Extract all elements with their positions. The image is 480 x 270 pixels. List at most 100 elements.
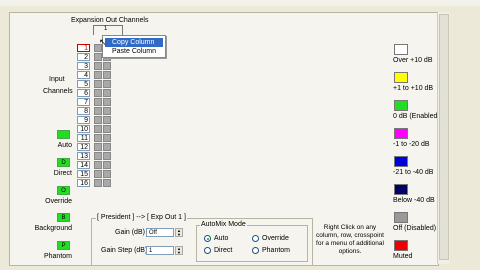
side-toggle-auto[interactable] — [57, 130, 70, 139]
input-channel-row-7[interactable]: 7 — [77, 98, 90, 106]
legend-label: Below -40 dB — [393, 197, 435, 204]
crosspoint-cell[interactable] — [94, 89, 102, 97]
legend-swatch — [394, 212, 408, 223]
crosspoint-cell[interactable] — [94, 170, 102, 178]
crosspoint-cell[interactable] — [103, 98, 111, 106]
crosspoint-cell[interactable] — [94, 80, 102, 88]
automix-direct-label: Direct — [214, 247, 233, 254]
input-channel-row-6[interactable]: 6 — [77, 89, 90, 97]
automix-group — [196, 225, 308, 262]
automix-phantom-label: Phantom — [262, 247, 291, 254]
input-channel-row-15[interactable]: 15 — [77, 170, 90, 178]
legend-swatch — [394, 72, 408, 83]
top-strip — [0, 0, 480, 6]
crosspoint-cell[interactable] — [94, 62, 102, 70]
gain-step-label: Gain Step (dB) — [101, 247, 148, 254]
automix-phantom-radio[interactable] — [252, 247, 259, 254]
expansion-column-header[interactable]: 1 — [93, 25, 123, 35]
mouse-cursor-icon: ↖ — [99, 37, 107, 47]
input-channel-row-10[interactable]: 10 — [77, 125, 90, 133]
crosspoint-cell[interactable] — [103, 71, 111, 79]
automix-direct-radio[interactable] — [204, 247, 211, 254]
crosspoint-cell[interactable] — [94, 107, 102, 115]
legend-swatch — [394, 240, 408, 251]
legend-label: Over +10 dB — [393, 57, 433, 64]
crosspoint-cell[interactable] — [103, 152, 111, 160]
president-group-title: [ President ] --> [ Exp Out 1 ] — [96, 214, 187, 221]
input-channel-row-13[interactable]: 13 — [77, 152, 90, 160]
input-channels-label-2: Channels — [43, 88, 73, 95]
input-channel-row-12[interactable]: 12 — [77, 143, 90, 151]
legend-swatch — [394, 128, 408, 139]
legend-label: -21 to -40 dB — [393, 169, 434, 176]
side-toggle-phantom[interactable]: P — [57, 241, 70, 250]
legend-label: Off (Disabled) — [393, 225, 437, 232]
paste-column-menu-item[interactable]: Paste Column — [105, 47, 163, 56]
side-toggle-background[interactable]: B — [57, 213, 70, 222]
crosspoint-cell[interactable] — [103, 125, 111, 133]
input-channels-label-1: Input — [49, 76, 65, 83]
side-label-auto: Auto — [57, 142, 72, 149]
copy-column-menu-item[interactable]: Copy Column — [105, 38, 163, 47]
gain-step-spin-button[interactable]: ▲ ▼ — [175, 246, 183, 255]
crosspoint-cell[interactable] — [94, 161, 102, 169]
legend-swatch — [394, 184, 408, 195]
crosspoint-cell[interactable] — [103, 80, 111, 88]
crosspoint-cell[interactable] — [94, 179, 102, 187]
automix-group-title: AutoMix Mode — [200, 221, 247, 228]
side-toggle-override[interactable]: O — [57, 186, 70, 195]
input-channel-row-16[interactable]: 16 — [77, 179, 90, 187]
crosspoint-cell[interactable] — [94, 53, 102, 61]
crosspoint-cell[interactable] — [94, 152, 102, 160]
input-channel-row-8[interactable]: 8 — [77, 107, 90, 115]
gain-spin-button[interactable]: ▲ ▼ — [175, 228, 183, 237]
crosspoint-cell[interactable] — [103, 134, 111, 142]
crosspoint-cell[interactable] — [94, 71, 102, 79]
input-channel-row-9[interactable]: 9 — [77, 116, 90, 124]
crosspoint-cell[interactable] — [103, 116, 111, 124]
crosspoint-cell[interactable] — [103, 107, 111, 115]
crosspoint-cell[interactable] — [94, 125, 102, 133]
column-number: 1 — [104, 26, 108, 32]
input-channel-row-5[interactable]: 5 — [77, 80, 90, 88]
crosspoint-cell[interactable] — [103, 170, 111, 178]
help-text: Right Click on any column, row, crosspoi… — [316, 224, 384, 255]
side-label-direct: Direct — [53, 170, 72, 177]
crosspoint-cell[interactable] — [103, 89, 111, 97]
input-channel-row-1[interactable]: 1 — [77, 44, 90, 52]
side-label-override: Override — [45, 198, 72, 205]
automix-auto-radio[interactable] — [204, 235, 211, 242]
crosspoint-cell[interactable] — [103, 143, 111, 151]
legend-swatch — [394, 100, 408, 111]
legend-label: +1 to +10 dB — [393, 85, 434, 92]
input-channel-row-14[interactable]: 14 — [77, 161, 90, 169]
context-menu: Copy Column Paste Column — [102, 35, 166, 58]
crosspoint-cell[interactable] — [103, 179, 111, 187]
crosspoint-cell[interactable] — [94, 134, 102, 142]
crosspoint-cell[interactable] — [103, 62, 111, 70]
legend-swatch — [394, 156, 408, 167]
expansion-out-channels-label: Expansion Out Channels — [71, 17, 149, 24]
crosspoint-cell[interactable] — [103, 161, 111, 169]
legend-label: -1 to -20 dB — [393, 141, 430, 148]
automix-override-label: Override — [262, 235, 289, 242]
side-toggle-direct[interactable]: D — [57, 158, 70, 167]
side-label-phantom: Phantom — [43, 253, 72, 260]
input-channel-row-4[interactable]: 4 — [77, 71, 90, 79]
automix-override-radio[interactable] — [252, 235, 259, 242]
input-channel-row-3[interactable]: 3 — [77, 62, 90, 70]
legend-label: 0 dB (Enabled) — [393, 113, 440, 120]
gain-input[interactable]: Off — [146, 228, 174, 237]
vertical-scrollbar[interactable] — [437, 12, 450, 264]
gain-label: Gain (dB) — [115, 229, 145, 236]
legend-label: Muted — [393, 253, 413, 260]
input-channel-row-2[interactable]: 2 — [77, 53, 90, 61]
crosspoint-cell[interactable] — [94, 98, 102, 106]
automix-auto-label: Auto — [214, 235, 229, 242]
crosspoint-cell[interactable] — [94, 116, 102, 124]
crosspoint-cell[interactable] — [94, 143, 102, 151]
scrollbar-thumb[interactable] — [439, 14, 449, 260]
legend-swatch — [394, 44, 408, 55]
gain-step-input[interactable]: 1 — [146, 246, 174, 255]
input-channel-row-11[interactable]: 11 — [77, 134, 90, 142]
